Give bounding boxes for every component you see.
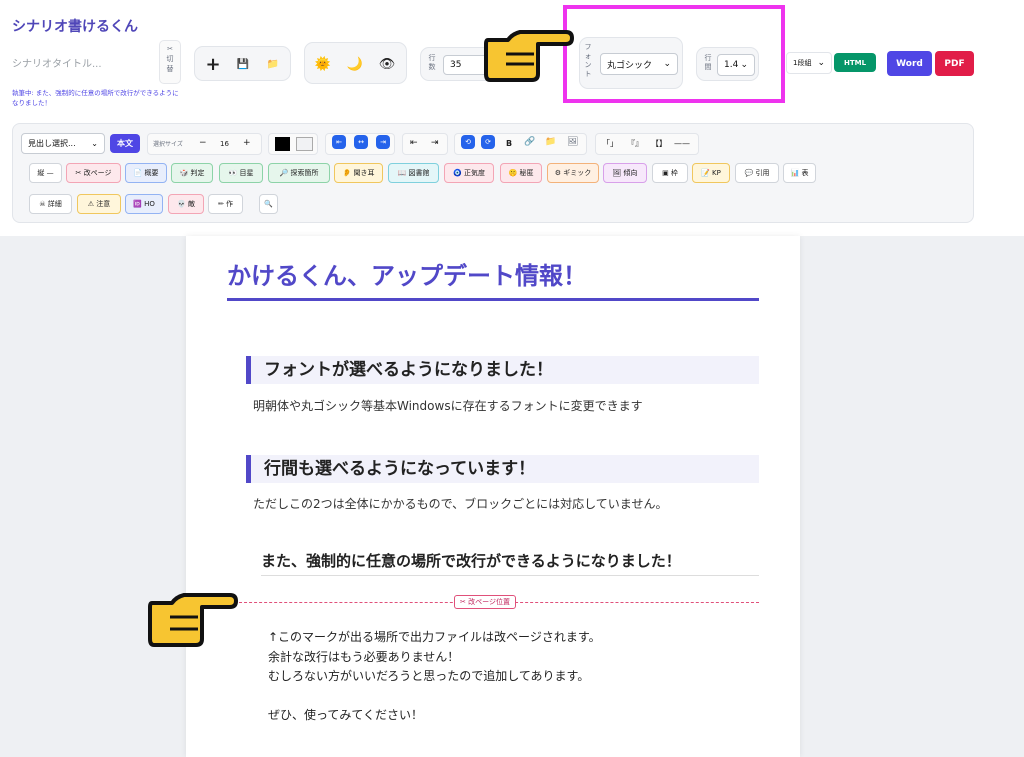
pointing-hand-icon — [148, 593, 238, 647]
tendency-button[interactable]: 🖼 傾向 — [603, 163, 647, 183]
outdent-icon[interactable]: ⇤ — [410, 139, 418, 148]
kp-button[interactable]: 📝 KP — [692, 163, 730, 183]
align-right-icon[interactable]: ⇥ — [376, 135, 390, 149]
file-group: + 💾 📁 — [194, 46, 291, 81]
bracket-nijukagi-button[interactable]: 『』 — [627, 139, 643, 148]
bracket-kagi-button[interactable]: 「」 — [602, 139, 618, 148]
size-decrease-button[interactable]: − — [199, 139, 207, 148]
title-underline — [227, 298, 759, 301]
undo-icon[interactable]: ⟲ — [461, 135, 475, 149]
ho-button[interactable]: 🆔 HO — [125, 194, 163, 214]
sanity-button[interactable]: 🧿 正気度 — [444, 163, 494, 183]
bold-icon[interactable]: B — [506, 139, 512, 148]
save-icon[interactable]: 💾 — [228, 47, 258, 81]
export-word-button[interactable]: Word — [887, 51, 932, 76]
detail-button[interactable]: ☠ 詳細 — [29, 194, 72, 214]
summary-button[interactable]: 📄 概要 — [125, 163, 167, 183]
new-icon[interactable]: + — [198, 47, 228, 81]
listen-button[interactable]: 👂 聞き耳 — [334, 163, 383, 183]
folder-icon[interactable]: 📁 — [545, 138, 556, 147]
page-break-button[interactable]: ✂ 改ページ — [66, 163, 121, 183]
scenario-title-input[interactable]: シナリオタイトル... — [12, 55, 152, 70]
frame-button[interactable]: ▣ 枠 — [652, 163, 688, 183]
author-button[interactable]: ✏ 作 — [208, 194, 243, 214]
edit-group: ⟲ ⟳ B 🔗 📁 🖼 — [454, 133, 587, 155]
search-icon[interactable]: 🔍 — [259, 194, 278, 214]
lines-label: 行数 — [428, 54, 436, 71]
link-icon[interactable]: 🔗 — [524, 138, 535, 147]
columns-select[interactable]: 1段組 ⌄ — [786, 52, 832, 74]
mode-toggle-button[interactable]: ✂ 切 替 — [159, 40, 181, 84]
chevron-down-icon: ⌄ — [817, 58, 825, 68]
export-pdf-button[interactable]: PDF — [935, 51, 974, 76]
table-button[interactable]: 📊 表 — [783, 163, 816, 183]
judge-button[interactable]: 🎲 判定 — [171, 163, 213, 183]
document-page[interactable]: かけるくん、アップデート情報！ フォントが選べるようになりました！ 明朝体や丸ゴ… — [186, 236, 800, 757]
align-center-icon[interactable]: ↔ — [354, 135, 368, 149]
image-icon[interactable]: 🖼 — [567, 138, 578, 147]
spacing-group: 行間 1.4 ⌄ — [696, 47, 759, 81]
bracket-sumitsuki-button[interactable]: 【】 — [651, 139, 667, 148]
text-color-swatch[interactable] — [275, 137, 290, 151]
align-group: ⇤ ↔ ⇥ — [325, 133, 395, 155]
size-value: 16 — [220, 140, 229, 148]
spot-hidden-button[interactable]: 👀 目星 — [219, 163, 263, 183]
align-left-icon[interactable]: ⇤ — [332, 135, 346, 149]
quote-button[interactable]: 💬 引用 — [735, 163, 779, 183]
dash-button[interactable]: —— — [674, 139, 690, 148]
bracket-group: 「」 『』 【】 —— — [595, 133, 699, 155]
section-text-spacing: ただしこの2つは全体にかかるもので、ブロックごとには対応していません。 — [253, 497, 668, 511]
export-html-button[interactable]: HTML — [834, 53, 876, 72]
gimmick-button[interactable]: ⚙ ギミック — [547, 163, 599, 183]
heading-select[interactable]: 見出し選択... ⌄ — [21, 133, 105, 154]
moon-icon[interactable]: 🌙 — [340, 47, 370, 81]
status-text: 執筆中: また、強制的に任意の場所で改行ができるようになりました！ — [12, 89, 179, 107]
folder-icon[interactable]: 📁 — [258, 47, 288, 81]
eye-icon[interactable]: 👁 — [372, 47, 402, 81]
redo-icon[interactable]: ⟳ — [481, 135, 495, 149]
size-group: 選択サイズ − 16 + — [147, 133, 262, 155]
search-spot-button[interactable]: 🔎 探索箇所 — [268, 163, 330, 183]
sun-icon[interactable]: 🌞 — [308, 47, 338, 81]
document-title: かけるくん、アップデート情報！ — [227, 262, 587, 290]
size-increase-button[interactable]: + — [243, 139, 251, 148]
section-heading-spacing: 行間も選べるようになっています！ — [246, 455, 759, 483]
section-heading-font: フォントが選べるようになりました！ — [246, 356, 759, 384]
spacing-label: 行間 — [704, 54, 712, 71]
section-text-font: 明朝体や丸ゴシック等基本Windowsに存在するフォントに変更できます — [253, 399, 643, 413]
indent-icon[interactable]: ⇥ — [431, 139, 439, 148]
color-group — [268, 133, 318, 155]
chevron-down-icon: ⌄ — [740, 60, 748, 70]
body-text-button[interactable]: 本文 — [110, 134, 140, 153]
page-break-marker: ✂ 改ページ位置 — [454, 595, 516, 609]
line-spacing-select[interactable]: 1.4 ⌄ — [717, 54, 755, 76]
indent-group: ⇤ ⇥ — [402, 133, 448, 155]
view-group: 🌞 🌙 👁 — [304, 42, 407, 84]
scissors-icon: ✂ — [167, 45, 173, 53]
vertical-line-button[interactable]: 縦 — — [29, 163, 62, 183]
format-toolbar: 見出し選択... ⌄ 本文 選択サイズ − 16 + ⇤ ↔ ⇥ ⇤ ⇥ ⟲ ⟳ … — [12, 123, 974, 223]
app-title: シナリオ書けるくん — [12, 19, 138, 35]
closing-text: ↑このマークが出る場所で出力ファイルは改ページされます。 余計な改行はもう必要あ… — [268, 630, 601, 722]
section-heading-pagebreak: また、強制的に任意の場所で改行ができるようになりました！ — [261, 550, 759, 576]
secret-button[interactable]: 🤫 秘匿 — [500, 163, 542, 183]
enemy-button[interactable]: 💀 敵 — [168, 194, 204, 214]
pointing-hand-icon — [484, 30, 574, 82]
caution-button[interactable]: ⚠ 注意 — [77, 194, 121, 214]
bg-color-swatch[interactable] — [296, 137, 313, 151]
chevron-down-icon: ⌄ — [91, 139, 98, 148]
library-button[interactable]: 📖 図書館 — [388, 163, 439, 183]
